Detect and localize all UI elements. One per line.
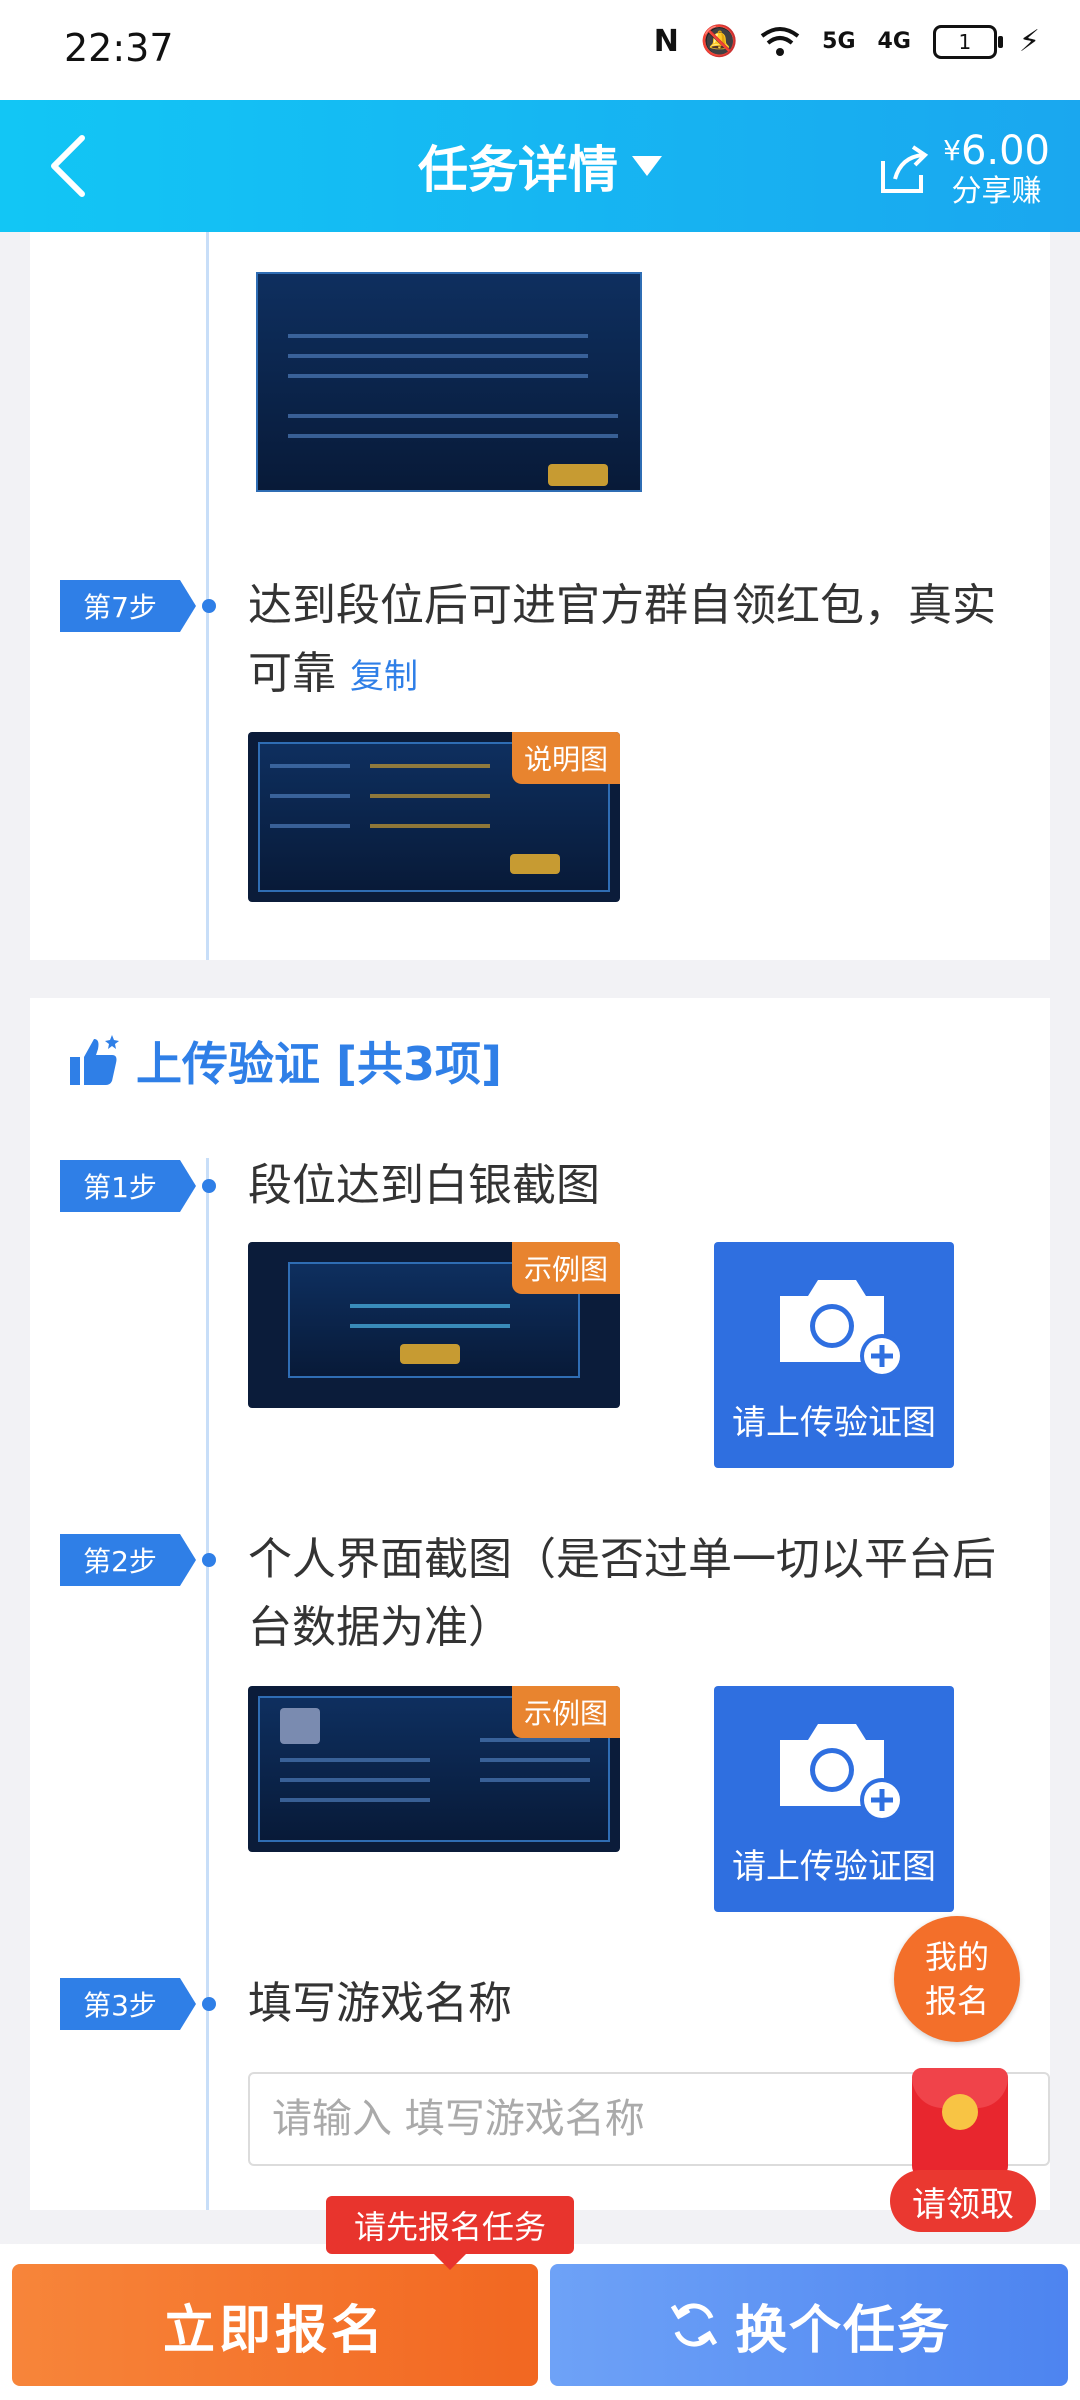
- upload-label: 请上传验证图: [732, 1403, 936, 1443]
- upload-verification-card: 上传验证 [共3项] 第1步 段位达到白银截图 示例图 请上传验证图 第2步 个…: [30, 998, 1050, 2210]
- task-steps-card: 第7步 达到段位后可进官方群自领红包，真实可靠 复制 说明图: [30, 232, 1050, 960]
- switch-task-label: 换个任务: [734, 2300, 951, 2361]
- red-packet-icon[interactable]: [912, 2068, 1008, 2178]
- nfc-icon: N: [653, 24, 679, 59]
- upload-label: 请上传验证图: [732, 1847, 936, 1887]
- switch-task-button[interactable]: 换个任务: [550, 2264, 1068, 2386]
- example-badge: 示例图: [511, 1242, 620, 1294]
- share-earn-button[interactable]: ¥6.00 分享赚: [873, 124, 1050, 214]
- my-signup-line1: 我的: [924, 1938, 989, 1976]
- signal-4g-icon: 4G: [877, 29, 911, 54]
- upload-step2-dot: [202, 1553, 216, 1567]
- page-title: 任务详情: [418, 141, 618, 199]
- refresh-icon: [670, 2303, 718, 2347]
- upload-step3-tag: 第3步: [60, 1978, 196, 2030]
- battery-level: 1: [958, 29, 972, 54]
- step7-explain-image[interactable]: 说明图: [248, 732, 620, 902]
- camera-add-icon: [780, 1280, 902, 1378]
- battery-icon: 1: [932, 24, 1003, 59]
- share-amount: 6.00: [960, 128, 1050, 174]
- timeline-line: [206, 1158, 209, 2210]
- bottom-action-bar: 立即报名 换个任务: [0, 2244, 1080, 2400]
- step6-screenshot[interactable]: [248, 232, 650, 520]
- my-signup-button[interactable]: 我的 报名: [894, 1916, 1020, 2042]
- explain-badge: 说明图: [511, 732, 620, 784]
- status-bar: 22:37 N 🔕 5G 4G 1 ⚡: [0, 0, 1080, 100]
- share-label: 分享赚: [951, 174, 1042, 209]
- share-price: ¥6.00: [943, 128, 1050, 174]
- my-signup-line2: 报名: [924, 1982, 989, 2020]
- upload-step2-tag: 第2步: [60, 1534, 196, 1586]
- currency-symbol: ¥: [943, 134, 961, 167]
- upload-step2-text: 个人界面截图（是否过单一切以平台后台数据为准）: [248, 1534, 996, 1653]
- caret-down-icon: [632, 156, 662, 176]
- red-packet-coin: [942, 2094, 978, 2130]
- step7-text: 达到段位后可进官方群自领红包，真实可靠 复制: [248, 572, 1038, 711]
- upload-step1-tag: 第1步: [60, 1160, 196, 1212]
- signup-first-tooltip: 请先报名任务: [326, 2196, 574, 2270]
- upload-step2-example-image[interactable]: 示例图: [248, 1686, 620, 1852]
- signup-now-button[interactable]: 立即报名: [12, 2264, 538, 2386]
- wifi-icon: [760, 26, 800, 56]
- mute-icon: 🔕: [700, 24, 739, 59]
- copy-link[interactable]: 复制: [350, 657, 418, 697]
- charging-icon: ⚡: [1018, 24, 1040, 59]
- timeline-line: [206, 232, 209, 960]
- upload-step2-button[interactable]: 请上传验证图: [714, 1686, 954, 1912]
- camera-add-icon: [780, 1724, 902, 1822]
- claim-red-packet-button[interactable]: 请领取: [890, 2170, 1036, 2232]
- example-badge: 示例图: [511, 1686, 620, 1738]
- upload-step1-text: 段位达到白银截图: [248, 1160, 600, 1211]
- upload-step1-dot: [202, 1179, 216, 1193]
- step7-tag: 第7步: [60, 580, 196, 632]
- upload-step3-dot: [202, 1997, 216, 2011]
- step7-dot: [202, 599, 216, 613]
- status-icons: N 🔕 5G 4G 1 ⚡: [654, 24, 1040, 59]
- signal-5g-icon: 5G: [822, 29, 856, 54]
- upload-step1-example-image[interactable]: 示例图: [248, 1242, 620, 1408]
- section-title: 上传验证 [共3项]: [66, 1028, 502, 1094]
- upload-step1-button[interactable]: 请上传验证图: [714, 1242, 954, 1468]
- section-title-text: 上传验证 [共3项]: [136, 1037, 503, 1091]
- share-icon: [881, 145, 929, 193]
- app-header: 任务详情 ¥6.00 分享赚: [0, 100, 1080, 232]
- clock: 22:37: [64, 26, 174, 70]
- thumbs-up-icon: [70, 1035, 119, 1085]
